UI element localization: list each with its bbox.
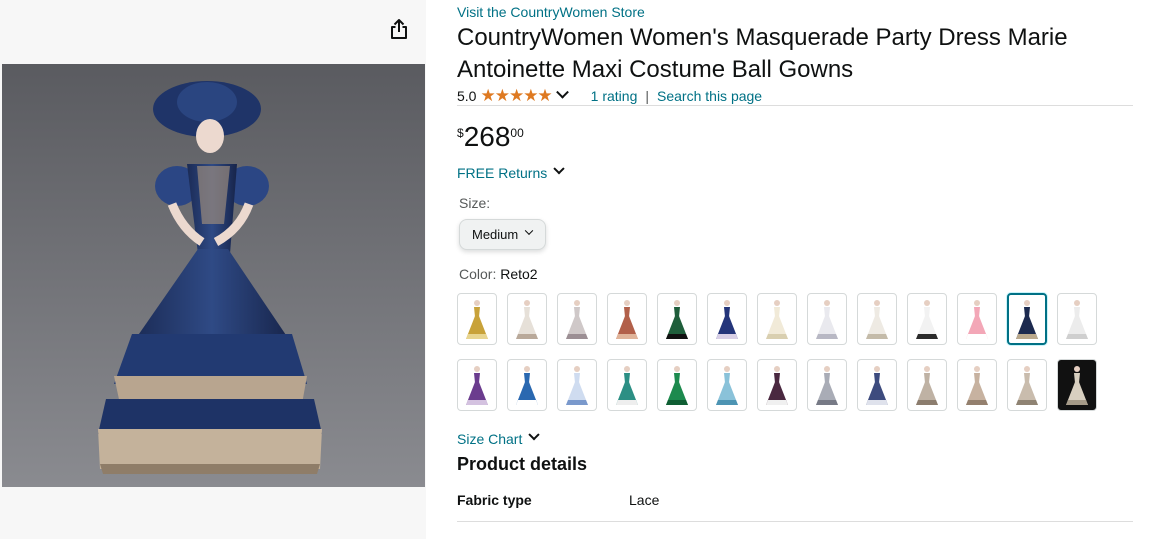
color-swatch-gold-gown[interactable] [457,293,497,345]
color-swatch-aqua-gown[interactable] [707,359,747,411]
main-product-image[interactable] [2,64,425,487]
gown-thumbnail-icon [816,300,838,339]
swatch-row [457,359,1133,411]
gown-thumbnail-icon [566,300,588,339]
product-title: CountryWomen Women's Masquerade Party Dr… [457,24,1068,83]
color-swatch-emerald-gown[interactable] [657,359,697,411]
color-swatch-navy-gown[interactable] [707,293,747,345]
color-swatch-blue-white-gown[interactable] [507,359,547,411]
fabric-type-value: Lace [629,492,660,508]
gown-thumbnail-icon [766,366,788,405]
gown-thumbnail-icon [1016,300,1038,339]
gown-thumbnail-icon [616,300,638,339]
image-pane [0,0,426,539]
gown-thumbnail-icon [866,300,888,339]
share-button[interactable] [384,14,414,44]
gown-thumbnail-icon [816,366,838,405]
color-swatch-white-gown[interactable] [1057,293,1097,345]
color-swatch-rust-gown[interactable] [607,293,647,345]
rating-value: 5.0 [457,88,477,104]
color-swatch-navy-white-gown[interactable] [857,359,897,411]
separator: | [645,88,650,104]
color-swatch-purple-gown[interactable] [457,359,497,411]
color-swatch-green-black-gown[interactable] [657,293,697,345]
color-swatch-pink-gown[interactable] [957,293,997,345]
color-swatch-ivory-hat-gown[interactable] [507,293,547,345]
star-rating-icon[interactable]: ★★★★★ [480,87,552,104]
size-dropdown[interactable]: Medium [459,219,546,250]
color-selected-value: Reto2 [500,266,538,282]
gown-thumbnail-icon [516,300,538,339]
free-returns-label: FREE Returns [457,165,548,181]
price-whole: 268 [463,121,511,152]
gown-thumbnail-icon [516,366,538,405]
size-selected-value: Medium [472,227,519,242]
color-label-row: Color: Reto2 [459,266,538,282]
search-this-page-link[interactable]: Search this page [657,88,762,104]
gown-thumbnail-icon [766,300,788,339]
chevron-down-icon [525,226,534,235]
store-link[interactable]: Visit the CountryWomen Store [457,4,645,20]
swatch-row [457,293,1133,345]
gown-thumbnail-icon [1016,366,1038,405]
gown-thumbnail-icon [616,366,638,405]
gown-thumbnail-icon [916,300,938,339]
chevron-down-icon [528,429,541,441]
size-label: Size: [459,195,491,211]
color-swatch-silver-gown[interactable] [807,359,847,411]
color-swatch-dark-photo-gown[interactable] [1057,359,1097,411]
size-chart-link[interactable]: Size Chart [457,429,541,447]
gown-thumbnail-icon [1066,300,1088,339]
product-details-heading: Product details [457,454,588,474]
gown-thumbnail-icon [966,366,988,405]
color-swatch-beige-gown[interactable] [907,359,947,411]
color-swatch-blue-floral-gown[interactable] [557,359,597,411]
color-swatch-white-black-floral-gown[interactable] [907,293,947,345]
price-symbol: $ [457,126,464,140]
color-swatch-sand-gown[interactable] [1007,359,1047,411]
fabric-type-label: Fabric type [457,492,532,508]
gown-thumbnail-icon [916,366,938,405]
divider [457,105,1133,106]
gown-thumbnail-icon [866,366,888,405]
chevron-down-icon [553,163,565,175]
chevron-down-icon[interactable] [555,85,569,99]
gown-thumbnail-icon [666,366,688,405]
gown-thumbnail-icon [716,366,738,405]
free-returns-link[interactable]: FREE Returns [457,163,565,181]
gown-thumbnail-icon [466,366,488,405]
gown-thumbnail-icon [566,366,588,405]
gown-thumbnail-icon [666,300,688,339]
color-swatch-teal-white-gown[interactable] [607,359,647,411]
gown-thumbnail-icon [716,300,738,339]
color-swatch-white-lace-gown[interactable] [807,293,847,345]
divider [457,521,1133,522]
color-swatch-cream-gown[interactable] [757,293,797,345]
price: $ 268 00 [457,122,524,152]
gown-thumbnail-icon [466,300,488,339]
color-swatch-grid [457,293,1133,425]
share-icon [391,19,407,39]
gown-photo [2,64,425,487]
size-chart-label: Size Chart [457,431,523,447]
color-swatch-ivory-lace-gown[interactable] [857,293,897,345]
gown-thumbnail-icon [966,300,988,339]
color-swatch-plum-black-gown[interactable] [757,359,797,411]
color-swatch-reto2-navy-gown[interactable] [1007,293,1047,345]
price-fraction: 00 [510,126,524,140]
rating-count-link[interactable]: 1 rating [591,88,638,104]
gown-thumbnail-icon [1066,366,1088,405]
color-swatch-taupe-gown[interactable] [957,359,997,411]
color-label: Color: [459,266,501,282]
color-swatch-grey-gown[interactable] [557,293,597,345]
rating-row: 5.0 ★★★★★ 1 rating | Search this page [457,85,762,105]
